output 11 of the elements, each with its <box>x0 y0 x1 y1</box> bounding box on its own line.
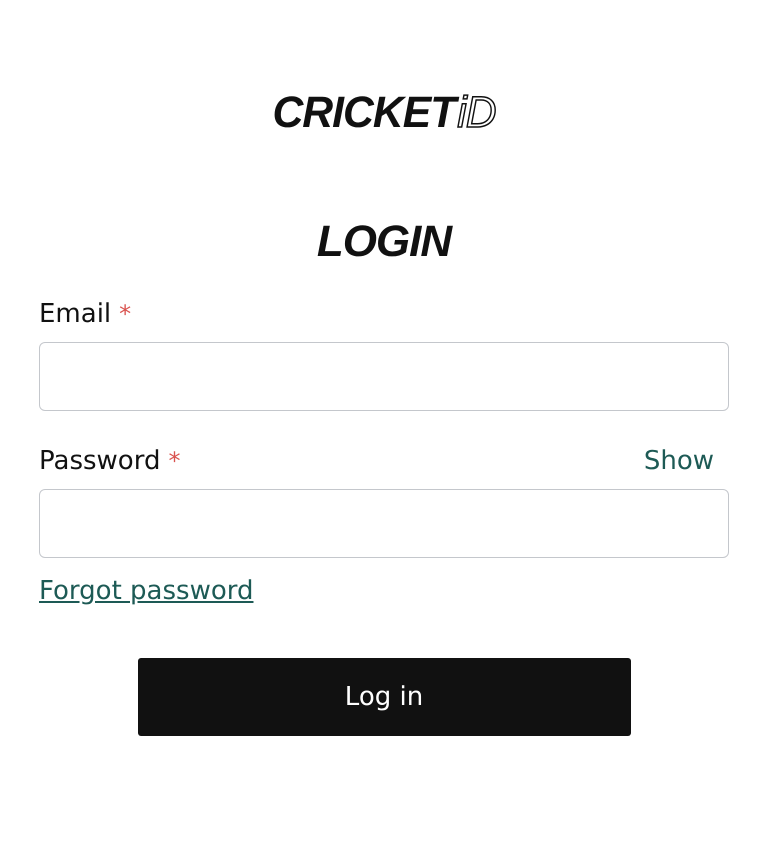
logo: CRICKETiD <box>272 88 496 138</box>
field-label: Password <box>39 445 160 477</box>
show-password-link[interactable]: Show <box>644 445 714 477</box>
required-mark: * <box>168 446 180 477</box>
required-mark: * <box>119 299 132 330</box>
password-field[interactable] <box>39 489 729 558</box>
login-button[interactable]: Log in <box>138 658 630 736</box>
page-heading: LOGIN <box>316 218 452 266</box>
forgot-password-link[interactable]: Forgot password <box>39 574 254 608</box>
email-field[interactable] <box>39 342 729 411</box>
field-label: Email <box>39 298 112 330</box>
